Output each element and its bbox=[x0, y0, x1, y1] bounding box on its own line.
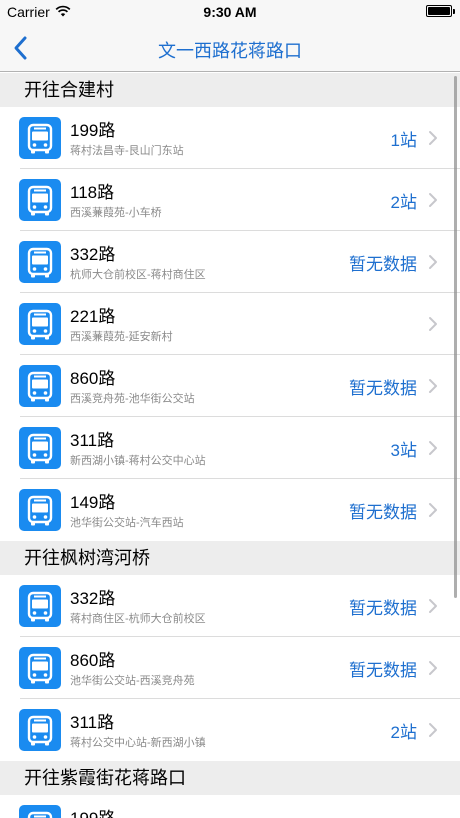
arrival-status: 2站 bbox=[390, 723, 417, 742]
chevron-right-icon bbox=[429, 131, 437, 145]
route-row[interactable]: 221路 西溪蒹葭苑-延安新村 bbox=[0, 293, 460, 355]
route-list[interactable]: 开往合建村 199路 蒋村法昌寺-艮山门东站 1站 118路 西溪蒹葭苑-小车桥… bbox=[0, 73, 460, 818]
arrival-status: 1站 bbox=[390, 131, 417, 150]
bus-icon bbox=[19, 585, 61, 627]
route-endpoints: 西溪蒹葭苑-延安新村 bbox=[70, 331, 173, 343]
section-header: 开往合建村 bbox=[0, 73, 460, 107]
route-row[interactable]: 199路 bbox=[0, 795, 460, 818]
route-endpoints: 新西湖小镇-蒋村公交中心站 bbox=[70, 455, 206, 467]
route-row[interactable]: 332路 杭师大仓前校区-蒋村商住区 暂无数据 bbox=[0, 231, 460, 293]
bus-icon bbox=[19, 303, 61, 345]
route-name: 860路 bbox=[70, 369, 116, 388]
arrival-status: 暂无数据 bbox=[349, 599, 417, 618]
arrival-status: 暂无数据 bbox=[349, 503, 417, 522]
page-title: 文一西路花蒋路口 bbox=[158, 41, 302, 61]
route-row[interactable]: 311路 蒋村公交中心站-新西湖小镇 2站 bbox=[0, 699, 460, 761]
chevron-right-icon bbox=[429, 317, 437, 331]
route-name: 860路 bbox=[70, 651, 116, 670]
bus-icon bbox=[19, 427, 61, 469]
route-row[interactable]: 149路 池华街公交站-汽车西站 暂无数据 bbox=[0, 479, 460, 541]
bus-icon bbox=[19, 365, 61, 407]
route-name: 149路 bbox=[70, 493, 116, 512]
chevron-right-icon bbox=[429, 441, 437, 455]
clock: 9:30 AM bbox=[203, 4, 257, 20]
arrival-status: 暂无数据 bbox=[349, 379, 417, 398]
route-row[interactable]: 332路 蒋村商住区-杭师大仓前校区 暂无数据 bbox=[0, 575, 460, 637]
route-row[interactable]: 311路 新西湖小镇-蒋村公交中心站 3站 bbox=[0, 417, 460, 479]
route-name: 311路 bbox=[70, 713, 115, 732]
route-row[interactable]: 118路 西溪蒹葭苑-小车桥 2站 bbox=[0, 169, 460, 231]
chevron-right-icon bbox=[429, 661, 437, 675]
bus-icon bbox=[19, 489, 61, 531]
arrival-status: 暂无数据 bbox=[349, 661, 417, 680]
route-endpoints: 池华街公交站-西溪竞舟苑 bbox=[70, 675, 195, 687]
route-row[interactable]: 199路 蒋村法昌寺-艮山门东站 1站 bbox=[0, 107, 460, 169]
bus-icon bbox=[19, 241, 61, 283]
scrollbar[interactable] bbox=[454, 76, 457, 598]
route-name: 199路 bbox=[70, 804, 115, 818]
bus-icon bbox=[19, 709, 61, 751]
route-endpoints: 蒋村法昌寺-艮山门东站 bbox=[70, 145, 184, 157]
route-name: 311路 bbox=[70, 431, 115, 450]
battery-icon bbox=[426, 5, 455, 17]
status-bar: Carrier 9:30 AM bbox=[0, 0, 460, 24]
route-name: 332路 bbox=[70, 589, 116, 608]
route-endpoints: 西溪蒹葭苑-小车桥 bbox=[70, 207, 162, 219]
route-name: 221路 bbox=[70, 307, 116, 326]
chevron-right-icon bbox=[429, 255, 437, 269]
route-endpoints: 西溪竞舟苑-池华街公交站 bbox=[70, 393, 195, 405]
chevron-right-icon bbox=[429, 193, 437, 207]
section-header: 开往紫霞街花蒋路口 bbox=[0, 761, 460, 795]
section-header: 开往枫树湾河桥 bbox=[0, 541, 460, 575]
route-name: 199路 bbox=[70, 121, 116, 140]
route-row[interactable]: 860路 池华街公交站-西溪竞舟苑 暂无数据 bbox=[0, 637, 460, 699]
route-name: 118路 bbox=[70, 183, 115, 202]
bus-icon bbox=[19, 805, 61, 818]
arrival-status: 3站 bbox=[390, 441, 417, 460]
route-endpoints: 杭师大仓前校区-蒋村商住区 bbox=[70, 269, 206, 281]
route-endpoints: 蒋村商住区-杭师大仓前校区 bbox=[70, 613, 206, 625]
chevron-left-icon bbox=[14, 36, 27, 60]
arrival-status: 暂无数据 bbox=[349, 255, 417, 274]
chevron-right-icon bbox=[429, 599, 437, 613]
navigation-bar: 文一西路花蒋路口 bbox=[0, 24, 460, 72]
bus-icon bbox=[19, 647, 61, 689]
back-button[interactable] bbox=[8, 32, 38, 64]
chevron-right-icon bbox=[429, 379, 437, 393]
route-row[interactable]: 860路 西溪竞舟苑-池华街公交站 暂无数据 bbox=[0, 355, 460, 417]
bus-icon bbox=[19, 179, 61, 221]
route-endpoints: 池华街公交站-汽车西站 bbox=[70, 517, 184, 529]
arrival-status: 2站 bbox=[390, 193, 417, 212]
chevron-right-icon bbox=[429, 503, 437, 517]
route-name: 332路 bbox=[70, 245, 116, 264]
bus-icon bbox=[19, 117, 61, 159]
route-endpoints: 蒋村公交中心站-新西湖小镇 bbox=[70, 737, 206, 749]
chevron-right-icon bbox=[429, 723, 437, 737]
